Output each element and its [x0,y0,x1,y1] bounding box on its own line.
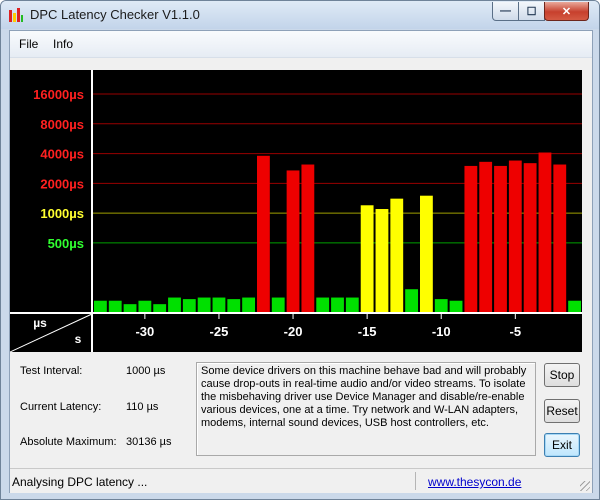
website-link[interactable]: www.thesycon.de [428,475,521,489]
bar [523,163,537,312]
minimize-button[interactable]: — [492,2,519,21]
bar [494,165,507,312]
bar [316,297,330,312]
x-axis-unit-label: s [75,332,82,346]
y-tick-label: 16000µs [33,87,84,102]
test-interval-value: 1000 µs [126,365,166,377]
bar [108,300,122,312]
chart-bars [94,152,581,312]
x-tick-label: -5 [510,324,522,339]
latency-chart: 16000µs 8000µs 4000µs 2000µs 1000µs 500µs µs s… [10,70,582,352]
bar [301,164,315,312]
bar [553,164,567,312]
minimize-icon: — [500,5,511,17]
x-tick-label: -20 [284,324,303,339]
bar [331,297,344,312]
close-icon: ✕ [561,5,572,18]
app-icon [9,8,23,22]
y-axis-unit-label: µs [33,316,47,330]
chart-y-labels: 16000µs 8000µs 4000µs 2000µs 1000µs 500µs [33,87,84,251]
current-latency-label: Current Latency: [20,401,102,413]
test-interval-label: Test Interval: [20,365,83,377]
maximize-icon: ☐ [526,5,537,18]
bar [94,300,107,312]
bar [405,289,418,312]
maximize-button[interactable]: ☐ [518,2,545,21]
bar [538,152,552,312]
bar [271,297,285,312]
resize-grip-icon[interactable] [580,481,590,491]
y-tick-label: 4000µs [40,147,84,162]
y-tick-label: 8000µs [40,117,84,132]
current-latency-value: 110 µs [126,401,159,413]
x-tick-label: -15 [358,324,377,339]
bar [420,195,433,312]
status-text: Analysing DPC latency ... [12,475,148,489]
bar [227,299,241,312]
window-title: DPC Latency Checker V1.1.0 [30,7,200,22]
y-tick-label: 1000µs [40,206,84,221]
bar [257,155,270,312]
bar [390,198,404,312]
exit-button[interactable]: Exit [544,433,580,457]
bar [434,299,448,312]
bar [449,300,463,312]
bar [286,170,300,312]
bar [168,297,181,312]
bar [212,297,226,312]
description-text: Some device drivers on this machine beha… [196,362,536,456]
x-tick-label: -25 [210,324,229,339]
bar [375,209,389,312]
absolute-max-label: Absolute Maximum: [20,436,117,448]
chart-gridlines [93,93,582,244]
bar [479,161,493,312]
client-area: File Info 16000µs 8000µs 4000µs 2000µs 1000µ… [9,30,593,493]
status-separator [415,472,416,490]
menu-file[interactable]: File [19,37,38,51]
bar [182,299,196,312]
bar [345,297,359,312]
x-tick-label: -30 [135,324,154,339]
bar [242,297,255,312]
bar [568,300,581,312]
bar [508,160,522,312]
bar [153,304,167,312]
absolute-max-value: 30136 µs [126,436,172,448]
y-tick-label: 500µs [48,236,84,251]
close-button[interactable]: ✕ [544,2,589,21]
y-tick-label: 2000µs [40,176,84,191]
bar [360,205,374,312]
stop-button[interactable]: Stop [544,363,580,387]
title-bar[interactable]: DPC Latency Checker V1.1.0 — ☐ ✕ [1,1,599,29]
menu-info[interactable]: Info [53,37,73,51]
x-tick-label: -10 [432,324,451,339]
chart-x-labels: -30 -25 -20 -15 -10 -5 [135,314,521,339]
app-window: DPC Latency Checker V1.1.0 — ☐ ✕ File In… [0,0,600,500]
bar [197,297,211,312]
status-bar: Analysing DPC latency ... www.thesycon.d… [10,468,592,493]
menu-bar: File Info [10,31,592,58]
bar [123,304,137,312]
reset-button[interactable]: Reset [544,399,580,423]
bar [464,165,478,312]
bar [138,300,152,312]
